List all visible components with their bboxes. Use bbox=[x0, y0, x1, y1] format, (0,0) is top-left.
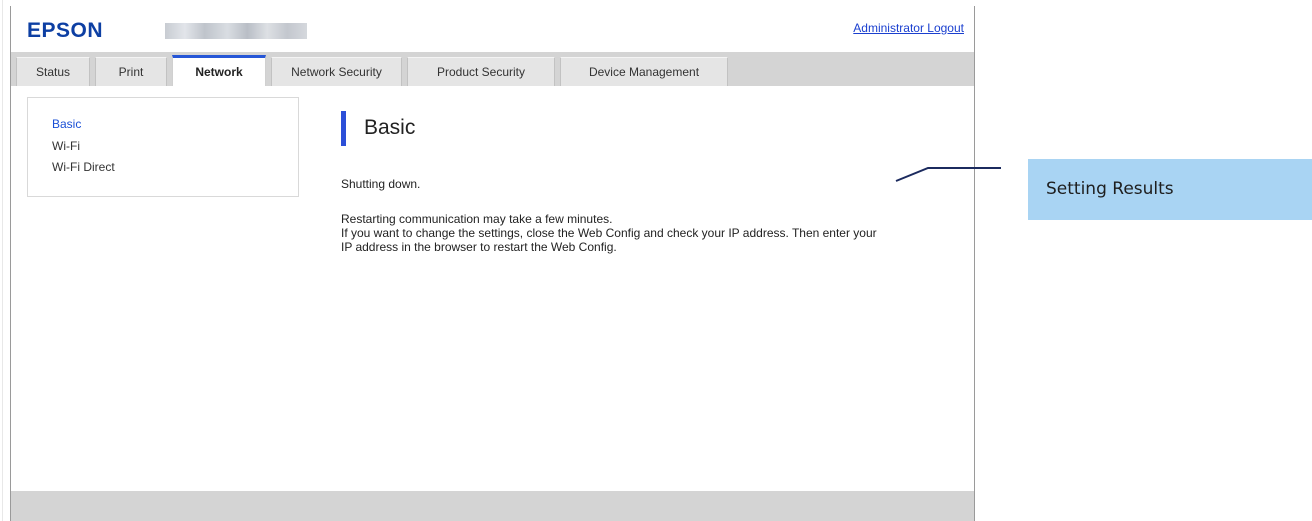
page-title: Basic bbox=[364, 116, 416, 139]
header: EPSON Administrator Logout bbox=[11, 6, 974, 52]
tab-network[interactable]: Network bbox=[172, 55, 266, 86]
administrator-logout-link[interactable]: Administrator Logout bbox=[853, 21, 964, 35]
tab-status[interactable]: Status bbox=[16, 57, 90, 86]
main-content: Basic Wi-Fi Wi-Fi Direct Basic Shutting … bbox=[11, 86, 974, 491]
web-config-window: EPSON Administrator Logout Status Print … bbox=[10, 6, 975, 521]
callout-setting-results: Setting Results bbox=[1028, 159, 1312, 220]
printer-model-name-blurred bbox=[165, 23, 307, 39]
status-message: Shutting down. bbox=[341, 177, 421, 191]
main-tab-bar: Status Print Network Network Security Pr… bbox=[11, 52, 974, 86]
epson-logo: EPSON bbox=[27, 19, 104, 42]
footer-bar bbox=[11, 491, 974, 521]
sidebar-item-basic[interactable]: Basic bbox=[52, 117, 81, 131]
message-line: IP address in the browser to restart the… bbox=[341, 240, 617, 254]
tab-print[interactable]: Print bbox=[95, 57, 167, 86]
tab-network-security[interactable]: Network Security bbox=[271, 57, 402, 86]
sidebar-item-wifi[interactable]: Wi-Fi bbox=[52, 139, 80, 153]
message-line: If you want to change the settings, clos… bbox=[341, 226, 877, 240]
tab-product-security[interactable]: Product Security bbox=[407, 57, 555, 86]
page-edge-divider bbox=[2, 0, 3, 521]
sidebar-item-wifi-direct[interactable]: Wi-Fi Direct bbox=[52, 160, 115, 174]
title-accent-bar bbox=[341, 111, 346, 146]
tab-device-management[interactable]: Device Management bbox=[560, 57, 728, 86]
network-side-menu: Basic Wi-Fi Wi-Fi Direct bbox=[27, 97, 299, 197]
message-line: Restarting communication may take a few … bbox=[341, 212, 613, 226]
